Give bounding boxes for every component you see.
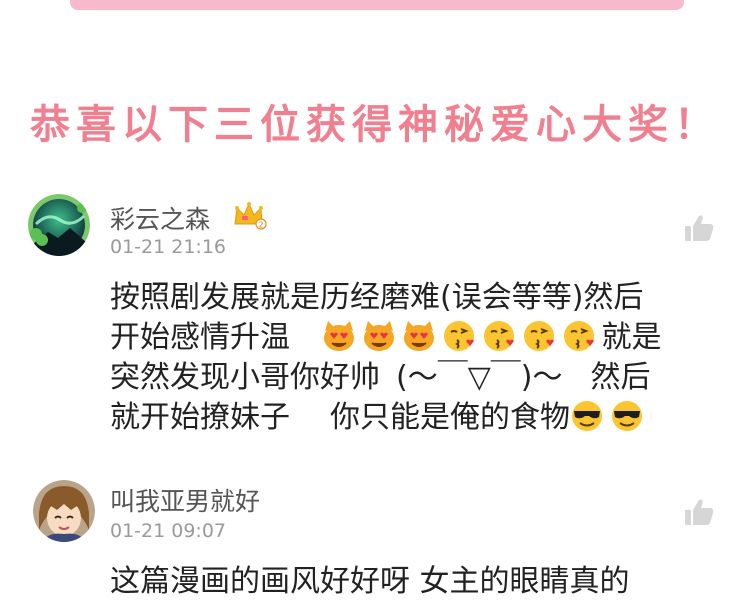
- user-avatar[interactable]: [28, 194, 90, 256]
- heart-eyes-cat-icon: [323, 321, 354, 351]
- text-segment: 你只能是俺的食物: [330, 400, 570, 435]
- comment-text: 这篇漫画的画风好好呀 女主的眼睛真的: [110, 562, 730, 602]
- comment-text: 按照剧发展就是历经磨难(误会等等)然后 开始感情升温 就是 突然发现小哥你好帅 (…: [110, 278, 730, 438]
- heart-eyes-cat-icon: [403, 321, 434, 351]
- text-segment: 就开始撩妹子: [110, 400, 290, 435]
- comment-line: 就开始撩妹子 你只能是俺的食物: [110, 398, 730, 438]
- svg-text:2: 2: [258, 221, 263, 230]
- kissing-face-icon: [563, 321, 594, 351]
- username[interactable]: 彩云之森: [110, 200, 210, 236]
- text-segment: 然后: [590, 360, 651, 395]
- comment-line: 按照剧发展就是历经磨难(误会等等)然后: [110, 280, 644, 315]
- text-segment: 突然发现小哥你好帅: [110, 360, 380, 395]
- sunglasses-face-icon: [572, 401, 602, 431]
- sunglasses-face-icon: [612, 401, 642, 431]
- thumbs-up-icon[interactable]: [683, 212, 715, 244]
- comment-line: 这篇漫画的画风好好呀 女主的眼睛真的: [110, 564, 630, 599]
- text-segment: (～￣▽￣)～: [396, 360, 563, 395]
- text-segment: 开始感情升温: [110, 320, 290, 355]
- comment-line: 开始感情升温 就是: [110, 318, 730, 358]
- crown-level-2-icon: 2: [232, 200, 268, 230]
- user-avatar[interactable]: [33, 480, 95, 542]
- text-segment: 就是: [601, 320, 662, 355]
- winner-banner: 恭喜以下三位获得神秘爱心大奖！: [30, 102, 720, 148]
- kissing-face-icon: [443, 321, 474, 351]
- username[interactable]: 叫我亚男就好: [110, 482, 260, 518]
- thumbs-up-icon[interactable]: [683, 496, 715, 528]
- comment-timestamp: 01-21 09:07: [110, 520, 227, 542]
- heart-eyes-cat-icon: [363, 321, 394, 351]
- top-pink-bar: [70, 0, 684, 10]
- kissing-face-icon: [483, 321, 514, 351]
- kissing-face-icon: [523, 321, 554, 351]
- comment-timestamp: 01-21 21:16: [110, 236, 227, 258]
- comment-line: 突然发现小哥你好帅 (～￣▽￣)～ 然后: [110, 358, 730, 398]
